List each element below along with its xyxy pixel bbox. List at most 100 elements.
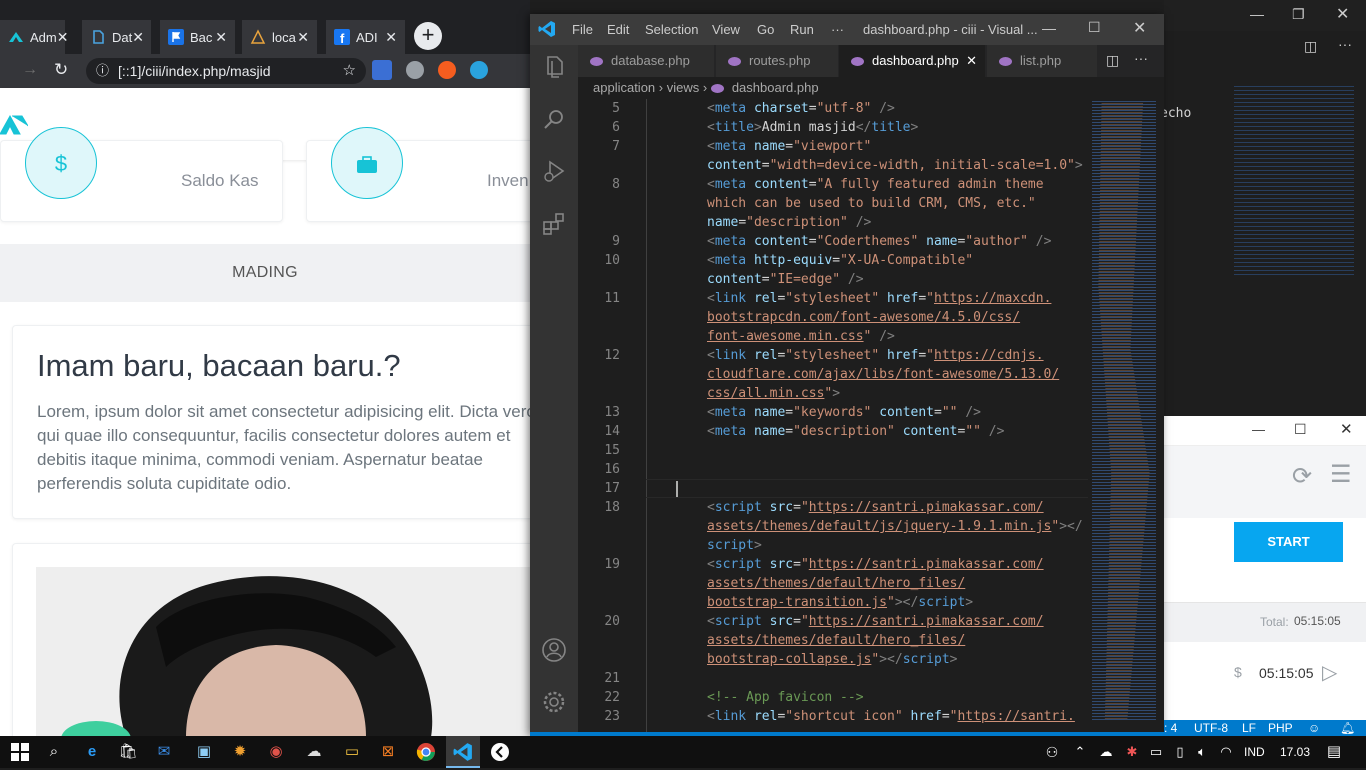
browser-tab-admin[interactable]: Adm ✕: [0, 20, 69, 54]
monitor-icon[interactable]: ▭: [1144, 740, 1168, 764]
breadcrumb-item[interactable]: dashboard.php: [732, 80, 819, 95]
tab-database-php[interactable]: database.php: [578, 45, 714, 77]
browser-tab-backend[interactable]: Bac ✕: [160, 20, 236, 54]
file-explorer-icon[interactable]: ▭: [340, 740, 364, 764]
battery-icon[interactable]: ▯: [1168, 740, 1192, 764]
menu-edit[interactable]: Edit: [607, 22, 629, 37]
extension-icon[interactable]: [438, 61, 456, 79]
menu-go[interactable]: Go: [757, 22, 774, 37]
show-hidden-icons-icon[interactable]: ⌃: [1068, 740, 1092, 764]
close-icon[interactable]: ✕: [1340, 420, 1353, 438]
store-icon[interactable]: 🛍︎: [116, 740, 140, 764]
tab-dashboard-php[interactable]: dashboard.php ✕: [839, 45, 985, 77]
close-icon[interactable]: ✕: [1336, 4, 1349, 24]
minimap[interactable]: [1088, 99, 1164, 733]
split-editor-icon[interactable]: ◫: [1304, 38, 1317, 55]
split-editor-icon[interactable]: ◫: [1106, 52, 1119, 69]
code-line: <script src="https://santri.pimakassar.c…: [707, 500, 1044, 515]
extension-icon[interactable]: [406, 61, 424, 79]
close-icon[interactable]: ✕: [57, 29, 69, 46]
notification-bell-icon[interactable]: 🔔︎: [1340, 720, 1355, 736]
maximize-icon[interactable]: ☐: [1088, 19, 1101, 36]
minimize-icon[interactable]: —: [1252, 422, 1265, 437]
minimize-icon[interactable]: —: [1042, 20, 1056, 36]
edge-browser-icon[interactable]: e: [80, 740, 104, 764]
close-icon[interactable]: ✕: [385, 29, 397, 46]
close-icon[interactable]: ✕: [1133, 18, 1146, 38]
close-icon[interactable]: ✕: [132, 29, 144, 46]
forward-icon[interactable]: →: [22, 61, 38, 79]
play-icon[interactable]: ▷: [1322, 660, 1337, 685]
code-editor[interactable]: 5 6 7 8 9 10 11 12 13 14 15 16 17 18 19 …: [578, 99, 1088, 733]
minimize-icon[interactable]: —: [1250, 6, 1264, 22]
volume-icon[interactable]: 🔈︎: [1190, 740, 1214, 764]
app-icon[interactable]: ✹: [228, 740, 252, 764]
status-indentation[interactable]: : 4: [1164, 720, 1177, 736]
cloud-icon[interactable]: ☁: [1094, 740, 1118, 764]
explorer-icon[interactable]: [541, 54, 567, 85]
extensions-icon[interactable]: [541, 211, 567, 242]
breadcrumb-item[interactable]: views: [667, 80, 700, 95]
app-icon[interactable]: ◉: [264, 740, 288, 764]
start-button[interactable]: START: [1234, 522, 1343, 562]
close-icon[interactable]: ✕: [966, 45, 977, 77]
app-tray-icon[interactable]: ✱: [1120, 740, 1144, 764]
telegram-icon[interactable]: [470, 61, 488, 79]
status-eol[interactable]: LF: [1242, 720, 1256, 736]
settings-gear-icon[interactable]: [541, 689, 567, 720]
close-icon[interactable]: ✕: [215, 29, 227, 46]
browser-tab-localhost[interactable]: loca ✕: [242, 20, 318, 54]
menu-file[interactable]: File: [572, 22, 593, 37]
vscode-taskbar-button[interactable]: [446, 736, 480, 768]
tab-routes-php[interactable]: routes.php: [716, 45, 838, 77]
clock[interactable]: 17.03: [1280, 745, 1310, 759]
menu-selection[interactable]: Selection: [645, 22, 698, 37]
mail-icon[interactable]: ✉: [152, 740, 176, 764]
windows-start-icon[interactable]: [8, 740, 32, 764]
app-icon[interactable]: ▣: [192, 740, 216, 764]
menu-run[interactable]: Run: [790, 22, 814, 37]
browser-tab-facebook[interactable]: f ADI ✕: [326, 20, 406, 54]
bookmark-star-icon[interactable]: ☆: [343, 58, 356, 84]
line-number: 19: [604, 557, 620, 572]
sync-icon[interactable]: ⟳: [1292, 462, 1312, 491]
new-tab-button[interactable]: +: [414, 22, 442, 50]
restore-icon[interactable]: ❐: [1292, 6, 1305, 23]
tab-list-php[interactable]: list.php: [987, 45, 1097, 77]
tracker-app-icon[interactable]: [488, 740, 512, 764]
wifi-icon[interactable]: ◠: [1214, 740, 1238, 764]
xampp-icon[interactable]: ⊠: [376, 740, 400, 764]
breadcrumb-item[interactable]: application: [593, 80, 655, 95]
line-number: 8: [612, 177, 620, 192]
translate-extension-icon[interactable]: [372, 60, 392, 80]
menu-more[interactable]: ···: [831, 22, 844, 37]
flag-icon: [168, 29, 184, 45]
menu-icon[interactable]: ☰: [1330, 460, 1352, 489]
people-icon[interactable]: ⚇: [1040, 740, 1064, 764]
info-icon[interactable]: ⓘ: [96, 58, 109, 84]
more-actions-icon[interactable]: ···: [1134, 50, 1148, 66]
account-icon[interactable]: [541, 637, 567, 668]
url-text: [::1]/ciii/index.php/masjid: [118, 63, 271, 79]
reload-icon[interactable]: ↻: [54, 60, 68, 80]
search-icon[interactable]: [541, 107, 567, 138]
status-encoding[interactable]: UTF-8: [1194, 720, 1228, 736]
chrome-icon[interactable]: [414, 740, 438, 764]
maximize-icon[interactable]: ☐: [1294, 421, 1307, 438]
input-language[interactable]: IND: [1244, 745, 1265, 759]
app-icon[interactable]: ☁: [302, 740, 326, 764]
site-logo-icon[interactable]: [0, 112, 29, 143]
time-tracker-window: — ☐ ✕ ⟳ ☰ Total: 05:15:05 $ 05:15:05 ▷: [1164, 416, 1366, 736]
close-icon[interactable]: ✕: [297, 29, 309, 46]
browser-tab-data[interactable]: Dat ✕: [82, 20, 152, 54]
code-line: <link rel="shortcut icon" href="https://…: [707, 709, 1075, 724]
status-language[interactable]: PHP: [1268, 720, 1293, 736]
more-actions-icon[interactable]: ···: [1338, 36, 1352, 52]
search-icon[interactable]: ⌕: [42, 740, 66, 764]
billable-icon[interactable]: $: [1234, 664, 1242, 680]
live-share-icon[interactable]: ☺: [1308, 720, 1320, 736]
menu-view[interactable]: View: [712, 22, 740, 37]
run-debug-icon[interactable]: [541, 158, 567, 189]
action-center-icon[interactable]: ▤: [1322, 740, 1346, 764]
address-bar[interactable]: ⓘ [::1]/ciii/index.php/masjid ☆: [86, 58, 366, 84]
